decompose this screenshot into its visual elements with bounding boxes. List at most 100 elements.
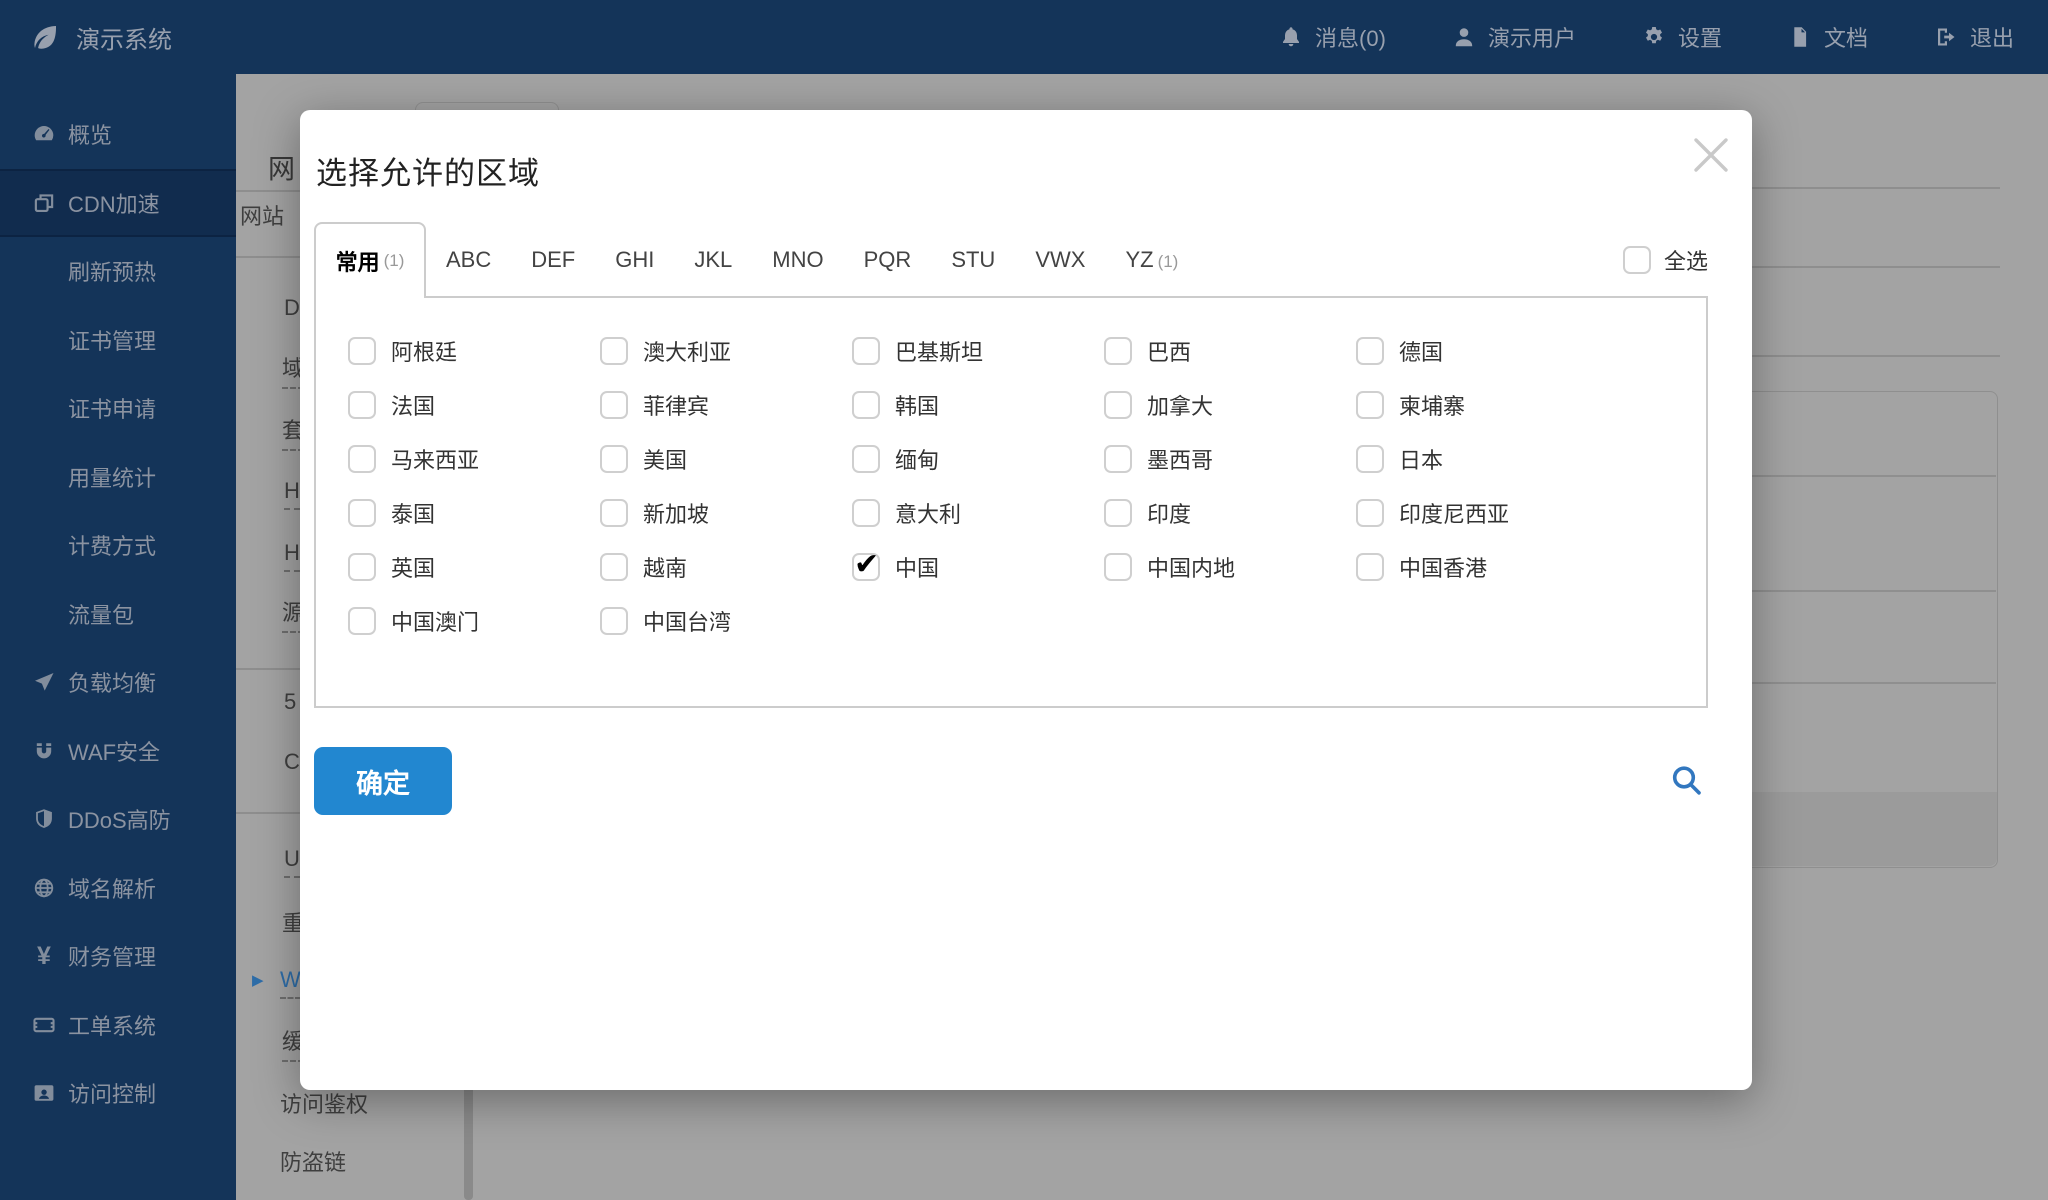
tab-VWX[interactable]: VWX — [1035, 247, 1085, 273]
region-option-中国香港[interactable]: ✔ 中国香港 — [1356, 540, 1608, 594]
region-checkbox[interactable]: ✔ — [348, 607, 376, 635]
sidebar-item-概览[interactable]: 概览 — [0, 100, 236, 169]
region-checkbox[interactable]: ✔ — [852, 391, 880, 419]
topnav-item-gear[interactable]: 设置 — [1642, 21, 1722, 53]
region-option-巴西[interactable]: ✔ 巴西 — [1104, 324, 1356, 378]
fragment-label: 5 — [284, 689, 297, 714]
region-option-加拿大[interactable]: ✔ 加拿大 — [1104, 378, 1356, 432]
region-option-中国澳门[interactable]: ✔ 中国澳门 — [348, 594, 600, 648]
region-checkbox[interactable]: ✔ — [600, 499, 628, 527]
region-option-马来西亚[interactable]: ✔ 马来西亚 — [348, 432, 600, 486]
region-option-墨西哥[interactable]: ✔ 墨西哥 — [1104, 432, 1356, 486]
confirm-button[interactable]: 确定 — [314, 747, 452, 815]
region-checkbox[interactable]: ✔ — [852, 445, 880, 473]
sidebar-item-域名解析[interactable]: 域名解析 — [0, 854, 236, 923]
sidebar-item-刷新预热[interactable]: 刷新预热 — [0, 237, 236, 306]
sidebar-item-负载均衡[interactable]: 负载均衡 — [0, 648, 236, 717]
region-checkbox[interactable]: ✔ — [1356, 337, 1384, 365]
divider — [236, 190, 300, 192]
sidebar-item-CDN加速[interactable]: CDN加速 — [0, 168, 236, 237]
sidebar-item-工单系统[interactable]: 工单系统 — [0, 991, 236, 1060]
tab-ABC[interactable]: ABC — [446, 247, 491, 273]
region-option-中国[interactable]: ✔ 中国 — [852, 540, 1104, 594]
region-checkbox[interactable]: ✔ — [852, 548, 880, 581]
select-all-toggle[interactable]: 全选 — [1622, 222, 1708, 298]
region-label: 中国香港 — [1399, 556, 1488, 581]
tab-STU[interactable]: STU — [951, 247, 995, 273]
brand[interactable]: 演示系统 — [30, 20, 172, 55]
topbar: 演示系统 消息(0) 演示用户 设置 文档 退出 — [0, 0, 2048, 74]
region-checkbox[interactable]: ✔ — [1104, 553, 1132, 581]
region-option-印度尼西亚[interactable]: ✔ 印度尼西亚 — [1356, 486, 1608, 540]
region-checkbox[interactable]: ✔ — [1356, 499, 1384, 527]
tab-GHI[interactable]: GHI — [615, 247, 654, 273]
region-option-菲律宾[interactable]: ✔ 菲律宾 — [600, 378, 852, 432]
region-option-美国[interactable]: ✔ 美国 — [600, 432, 852, 486]
region-option-英国[interactable]: ✔ 英国 — [348, 540, 600, 594]
region-checkbox[interactable]: ✔ — [600, 607, 628, 635]
region-checkbox[interactable]: ✔ — [1356, 553, 1384, 581]
region-checkbox[interactable]: ✔ — [348, 445, 376, 473]
region-checkbox[interactable]: ✔ — [600, 337, 628, 365]
topnav-label: 设置 — [1677, 26, 1722, 51]
sidebar-menu: 概览 CDN加速 刷新预热 证书管理证书申请用量统计 计费方式 流量包 负载均衡 WAF安全 D… — [0, 100, 236, 1128]
tab-YZ[interactable]: YZ (1) — [1125, 247, 1178, 273]
region-option-印度[interactable]: ✔ 印度 — [1104, 486, 1356, 540]
region-label: 韩国 — [895, 394, 940, 419]
tab-DEF[interactable]: DEF — [531, 247, 575, 273]
region-checkbox[interactable]: ✔ — [348, 391, 376, 419]
region-checkbox[interactable]: ✔ — [852, 499, 880, 527]
sidebar-item-财务管理[interactable]: ¥ 财务管理 — [0, 922, 236, 991]
region-option-中国内地[interactable]: ✔ 中国内地 — [1104, 540, 1356, 594]
region-checkbox[interactable]: ✔ — [1104, 337, 1132, 365]
topnav-item-doc[interactable]: 文档 — [1788, 21, 1868, 53]
region-checkbox[interactable]: ✔ — [1104, 499, 1132, 527]
sidebar-item-label: 证书申请 — [68, 397, 157, 423]
region-checkbox[interactable]: ✔ — [1356, 391, 1384, 419]
region-checkbox[interactable]: ✔ — [600, 553, 628, 581]
region-option-法国[interactable]: ✔ 法国 — [348, 378, 600, 432]
tab-JKL[interactable]: JKL — [694, 247, 732, 273]
tab-MNO[interactable]: MNO — [772, 247, 823, 273]
sidebar-item-流量包[interactable]: 流量包 — [0, 580, 236, 649]
region-checkbox[interactable]: ✔ — [852, 337, 880, 365]
sidebar-item-用量统计[interactable]: 用量统计 — [0, 443, 236, 512]
close-icon[interactable] — [1688, 132, 1734, 178]
sidebar-item-证书管理[interactable]: 证书管理 — [0, 306, 236, 375]
region-option-巴基斯坦[interactable]: ✔ 巴基斯坦 — [852, 324, 1104, 378]
topnav-item-logout[interactable]: 退出 — [1934, 21, 2014, 53]
region-option-缅甸[interactable]: ✔ 缅甸 — [852, 432, 1104, 486]
region-checkbox[interactable]: ✔ — [600, 391, 628, 419]
topnav-item-user[interactable]: 演示用户 — [1452, 21, 1576, 53]
region-option-意大利[interactable]: ✔ 意大利 — [852, 486, 1104, 540]
region-label: 印度 — [1147, 502, 1192, 527]
region-option-柬埔寨[interactable]: ✔ 柬埔寨 — [1356, 378, 1608, 432]
region-checkbox[interactable]: ✔ — [348, 337, 376, 365]
sidebar-item-DDoS高防[interactable]: DDoS高防 — [0, 785, 236, 854]
topnav-item-bell[interactable]: 消息(0) — [1279, 21, 1386, 53]
region-option-越南[interactable]: ✔ 越南 — [600, 540, 852, 594]
region-option-新加坡[interactable]: ✔ 新加坡 — [600, 486, 852, 540]
region-checkbox[interactable]: ✔ — [1104, 445, 1132, 473]
region-option-澳大利亚[interactable]: ✔ 澳大利亚 — [600, 324, 852, 378]
region-checkbox[interactable]: ✔ — [348, 553, 376, 581]
region-checkbox[interactable]: ✔ — [1356, 445, 1384, 473]
select-all-checkbox[interactable] — [1622, 246, 1651, 274]
region-checkbox[interactable]: ✔ — [348, 499, 376, 527]
region-option-泰国[interactable]: ✔ 泰国 — [348, 486, 600, 540]
region-checkbox[interactable]: ✔ — [1104, 391, 1132, 419]
region-checkbox[interactable]: ✔ — [600, 445, 628, 473]
tab-常用[interactable]: 常用 (1) — [314, 222, 426, 298]
sidebar-item-计费方式[interactable]: 计费方式 — [0, 511, 236, 580]
sidebar-item-访问控制[interactable]: 访问控制 — [0, 1059, 236, 1128]
region-option-韩国[interactable]: ✔ 韩国 — [852, 378, 1104, 432]
region-option-阿根廷[interactable]: ✔ 阿根廷 — [348, 324, 600, 378]
sidebar-item-WAF安全[interactable]: WAF安全 — [0, 717, 236, 786]
region-option-日本[interactable]: ✔ 日本 — [1356, 432, 1608, 486]
region-label: 法国 — [391, 394, 436, 419]
search-icon[interactable] — [1668, 762, 1706, 800]
sidebar-item-证书申请[interactable]: 证书申请 — [0, 374, 236, 443]
region-option-中国台湾[interactable]: ✔ 中国台湾 — [600, 594, 852, 648]
region-option-德国[interactable]: ✔ 德国 — [1356, 324, 1608, 378]
tab-PQR[interactable]: PQR — [864, 247, 912, 273]
